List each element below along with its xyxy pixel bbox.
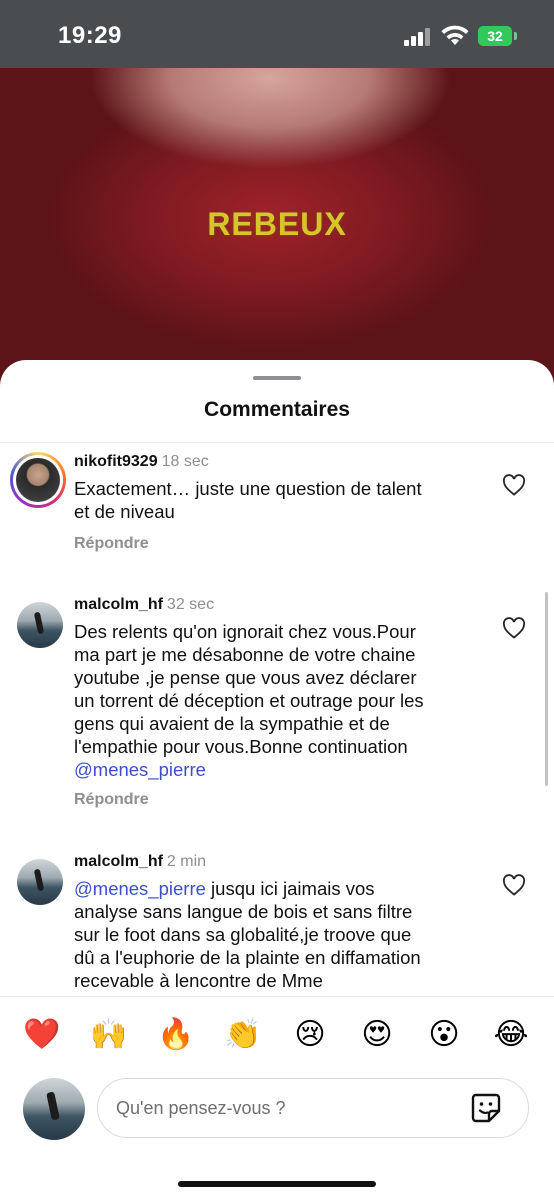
scrollbar[interactable]: [545, 592, 548, 786]
comment-text: @menes_pierre jusqu ici jaimais vos anal…: [74, 877, 494, 992]
avatar[interactable]: [17, 602, 63, 648]
comment-text-line: dû a l'euphorie de la plainte en diffama…: [74, 947, 421, 968]
sheet-drag-handle[interactable]: [253, 376, 301, 380]
comment-username[interactable]: malcolm_hf: [74, 853, 163, 870]
comment-username[interactable]: nikofit9329: [74, 453, 158, 470]
avatar[interactable]: [10, 452, 66, 508]
battery-icon: 32: [478, 26, 512, 46]
quick-reactions: ❤️ 🙌 🔥 👏 😢 😍 😮 😂: [0, 1010, 554, 1060]
status-bar: 19:29 32: [0, 0, 554, 68]
comment-timestamp: 2 min: [166, 853, 207, 870]
cellular-signal-icon: [404, 28, 432, 46]
wifi-icon: [441, 25, 469, 45]
fire-emoji-button[interactable]: 🔥: [151, 1010, 201, 1060]
live-video[interactable]: REBEUX: [0, 68, 554, 388]
mention-link[interactable]: @menes_pierre: [74, 878, 206, 899]
comment-timestamp: 18 sec: [161, 453, 209, 470]
comment-text-line: ma part je me désabonne de votre chaine: [74, 644, 416, 665]
comment-text-line: Exactement… juste une question de talent: [74, 478, 422, 499]
reactions-divider: [0, 996, 554, 997]
heart-icon[interactable]: [502, 617, 526, 639]
comment-text-line: gens qui avaient de la sympathie et de: [74, 713, 390, 734]
comment-text-line: analyse sans langue de bois et sans filt…: [74, 901, 413, 922]
comment-username[interactable]: malcolm_hf: [74, 596, 163, 613]
header-divider: [0, 442, 554, 443]
comment-header: nikofit9329 18 sec: [74, 453, 209, 471]
comment-text-line: youtube ,je pense que vous avez déclarer: [74, 667, 417, 688]
comment-text-fragment: jusqu ici jaimais vos: [205, 878, 375, 899]
avatar[interactable]: [17, 859, 63, 905]
comment-input[interactable]: Qu'en pensez-vous ?: [97, 1078, 529, 1138]
comment-input-placeholder: Qu'en pensez-vous ?: [116, 1098, 286, 1118]
comment-header: malcolm_hf 2 min: [74, 853, 206, 871]
comment-text: Exactement… juste une question de talent…: [74, 477, 494, 523]
comment-text-line: recevable à lencontre de Mme: [74, 970, 323, 991]
reply-button[interactable]: Répondre: [74, 791, 149, 809]
comment-text-line: sur le foot dans sa globalité,je troove …: [74, 924, 412, 945]
comment-text: Des relents qu'on ignorait chez vous.Pou…: [74, 620, 494, 781]
raising-hands-emoji-button[interactable]: 🙌: [84, 1010, 134, 1060]
comment-text-line: Des relents qu'on ignorait chez vous.Pou…: [74, 621, 416, 642]
clapping-hands-emoji-button[interactable]: 👏: [218, 1010, 268, 1060]
comment-text-line: l'empathie pour vous.Bonne continuation: [74, 736, 408, 757]
battery-tip: [514, 32, 517, 40]
sheet-title: Commentaires: [204, 398, 350, 421]
comments-list[interactable]: nikofit9329 18 sec Exactement… juste une …: [0, 444, 554, 995]
comments-sheet: Commentaires nikofit9329 18 sec Exactemen…: [0, 360, 554, 1200]
comment-text-line: @menes_pierre jusqu ici jaimais vos: [74, 877, 494, 900]
comment-text-line: un torrent dé déception et outrage pour …: [74, 690, 424, 711]
heart-icon[interactable]: [502, 474, 526, 496]
comment-text-line: et de niveau: [74, 501, 175, 522]
status-time: 19:29: [58, 22, 122, 49]
video-caption: REBEUX: [207, 206, 347, 242]
red-heart-emoji-button[interactable]: ❤️: [17, 1010, 67, 1060]
comment-header: malcolm_hf 32 sec: [74, 596, 214, 614]
tears-of-joy-emoji-button[interactable]: 😂: [486, 1010, 536, 1060]
open-mouth-emoji-button[interactable]: 😮: [419, 1010, 469, 1060]
crying-face-emoji-button[interactable]: 😢: [285, 1010, 335, 1060]
comment-timestamp: 32 sec: [166, 596, 215, 613]
home-indicator[interactable]: [178, 1181, 376, 1187]
heart-icon[interactable]: [502, 874, 526, 896]
heart-eyes-emoji-button[interactable]: 😍: [352, 1010, 402, 1060]
sticker-icon[interactable]: [470, 1092, 502, 1124]
reply-button[interactable]: Répondre: [74, 535, 149, 553]
my-avatar: [23, 1078, 85, 1140]
mention-link[interactable]: @menes_pierre: [74, 758, 494, 781]
